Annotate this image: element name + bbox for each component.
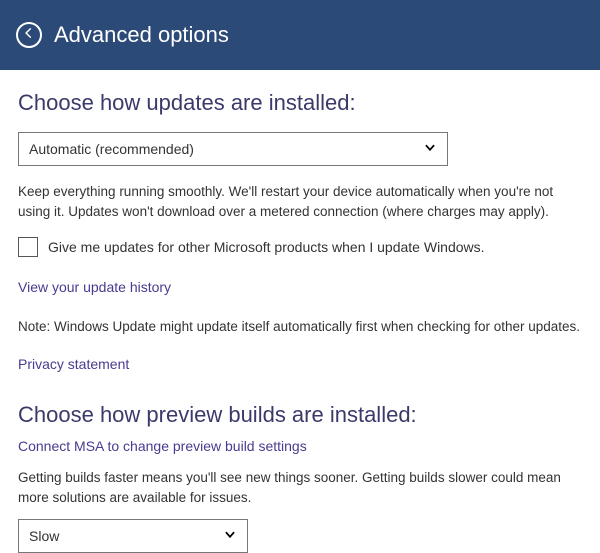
privacy-link[interactable]: Privacy statement	[18, 356, 129, 372]
page-title: Advanced options	[54, 22, 229, 48]
preview-ring-select[interactable]: Slow	[18, 519, 248, 553]
preview-section-title: Choose how preview builds are installed:	[18, 402, 582, 428]
back-button[interactable]	[16, 22, 42, 48]
content-area: Choose how updates are installed: Automa…	[0, 70, 600, 553]
header-bar: Advanced options	[0, 0, 600, 70]
other-products-row: Give me updates for other Microsoft prod…	[18, 237, 582, 257]
update-mode-value: Automatic (recommended)	[29, 141, 194, 157]
msa-link[interactable]: Connect MSA to change preview build sett…	[18, 438, 307, 454]
other-products-checkbox[interactable]	[18, 237, 38, 257]
preview-ring-value: Slow	[29, 528, 59, 544]
preview-description: Getting builds faster means you'll see n…	[18, 468, 578, 507]
update-mode-select[interactable]: Automatic (recommended)	[18, 132, 448, 166]
update-note: Note: Windows Update might update itself…	[18, 319, 582, 334]
update-history-link[interactable]: View your update history	[18, 279, 171, 295]
other-products-label: Give me updates for other Microsoft prod…	[48, 239, 485, 255]
chevron-down-icon	[423, 141, 437, 158]
updates-description: Keep everything running smoothly. We'll …	[18, 182, 578, 221]
chevron-down-icon	[223, 528, 237, 545]
updates-section-title: Choose how updates are installed:	[18, 90, 582, 116]
arrow-left-icon	[22, 26, 36, 45]
